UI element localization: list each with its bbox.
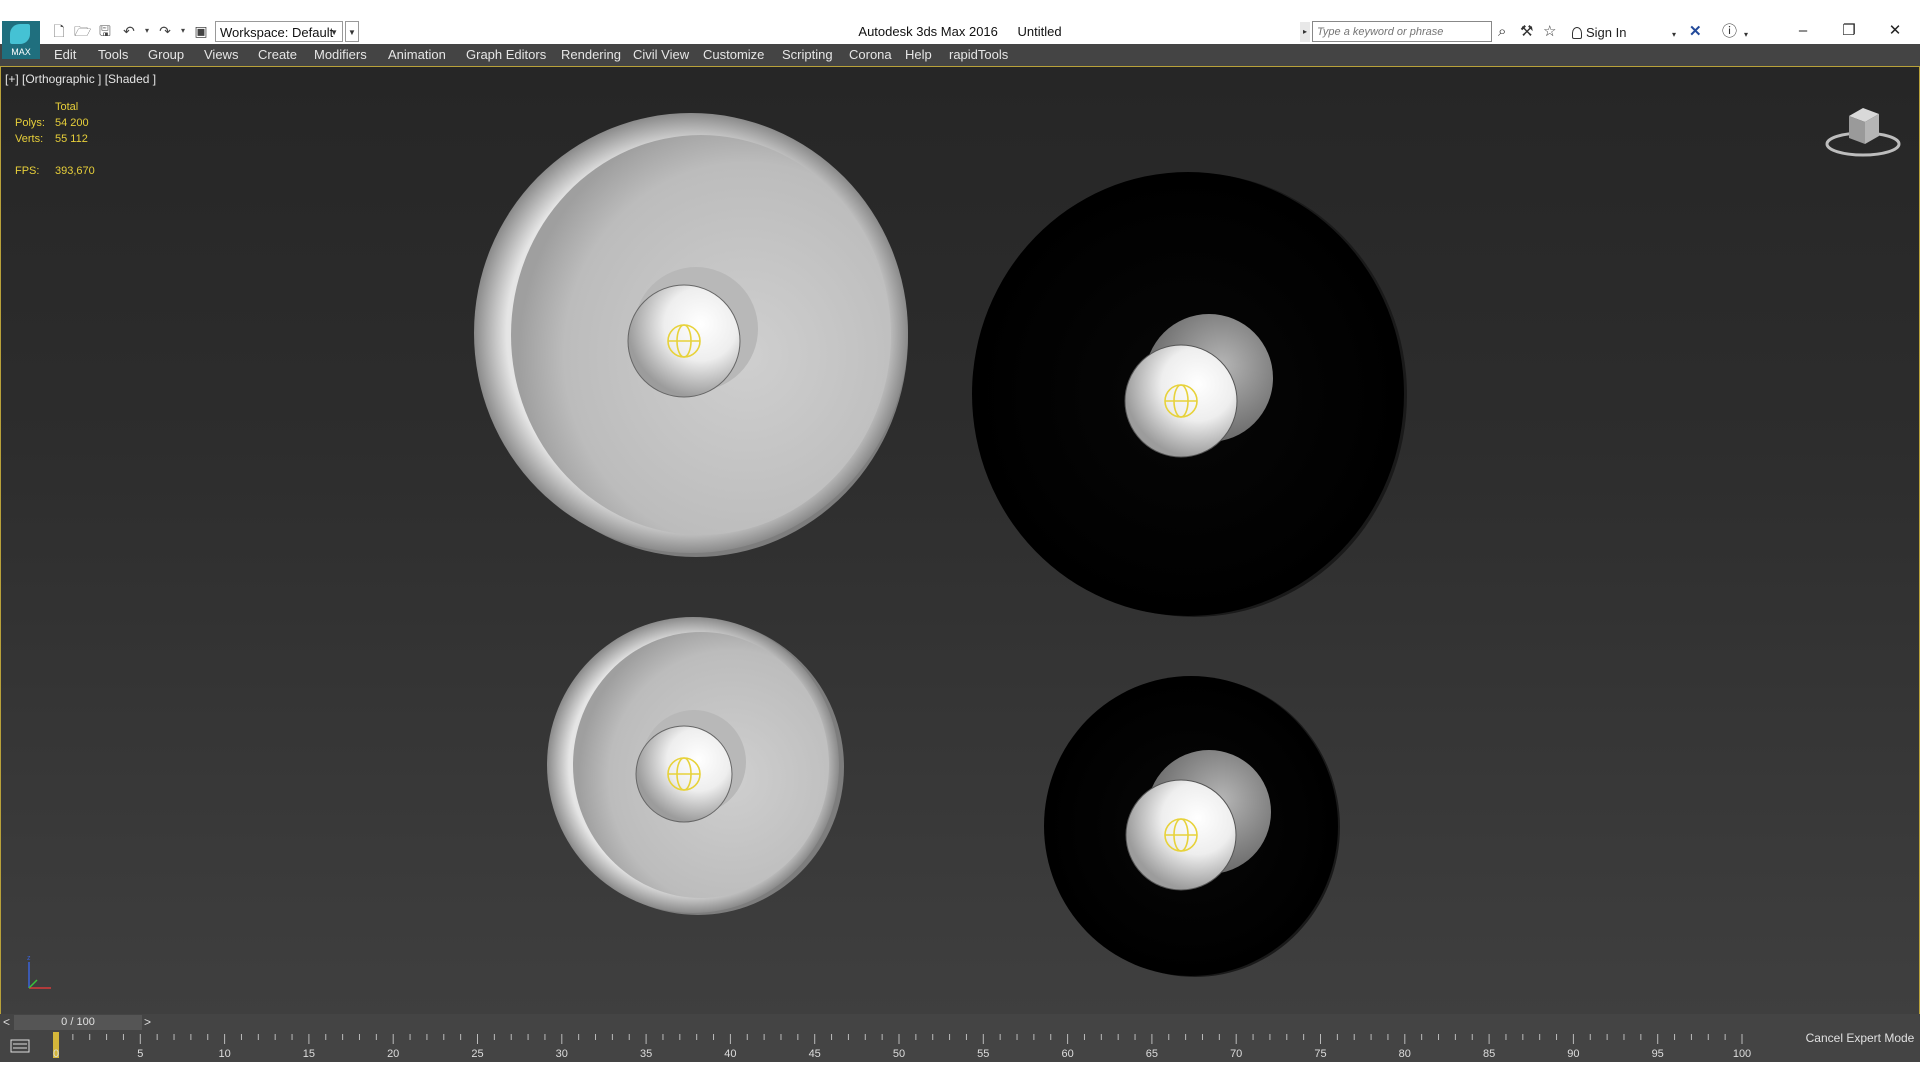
- timeline-tick-label: 45: [808, 1048, 821, 1060]
- menu-corona[interactable]: Corona: [849, 47, 892, 62]
- timeline-tick-label: 5: [137, 1048, 144, 1060]
- exchange-apps-icon[interactable]: ✕: [1689, 24, 1702, 39]
- close-button[interactable]: ✕: [1872, 20, 1918, 42]
- app-logo-button[interactable]: MAX: [2, 21, 40, 59]
- axis-tripod-icon: z: [27, 955, 51, 989]
- search-input[interactable]: [1312, 21, 1492, 42]
- timeline-tick-label: 30: [555, 1048, 568, 1060]
- favorites-star-icon[interactable]: ☆: [1543, 24, 1556, 39]
- timeline-tick-label: 85: [1482, 1048, 1496, 1060]
- viewport[interactable]: [+] [Orthographic ] [Shaded ] Total Poly…: [0, 66, 1920, 1015]
- timeline-tick-label: 65: [1145, 1048, 1159, 1060]
- help-dropdown-icon[interactable]: ▾: [1744, 27, 1748, 42]
- timeline-tick-label: 70: [1230, 1048, 1243, 1060]
- lamp-black-large[interactable]: [972, 172, 1407, 617]
- timeline-tick-label: 20: [387, 1048, 400, 1060]
- timeline-tick-label: 95: [1651, 1048, 1664, 1060]
- scene-canvas[interactable]: [1, 67, 1919, 1014]
- track-bar[interactable]: 0 5 10 15 20 25 30 35 40 45 50 55 60 65 70 75 80 85 90 95 10…: [0, 1032, 1800, 1062]
- restore-button[interactable]: ❐: [1826, 20, 1872, 42]
- menu-scripting[interactable]: Scripting: [782, 47, 833, 62]
- max-logo-icon: [10, 24, 30, 44]
- status-bar: [0, 1062, 1920, 1080]
- scene-statistics: Total Polys: 54 200 Verts: 55 112 FPS: 393,…: [15, 101, 95, 181]
- fps-label: FPS:: [15, 165, 40, 177]
- timeline-tick-label: 80: [1398, 1048, 1411, 1060]
- menu-civil-view[interactable]: Civil View: [633, 47, 689, 62]
- menu-rapidtools[interactable]: rapidTools: [949, 47, 1008, 62]
- logo-text: MAX: [11, 47, 31, 57]
- menu-edit[interactable]: Edit: [54, 47, 76, 62]
- redo-dropdown-icon[interactable]: ▾: [176, 24, 190, 38]
- project-folder-icon[interactable]: ▣: [194, 24, 208, 38]
- minimize-button[interactable]: –: [1780, 20, 1826, 42]
- menu-bar: Edit Tools Group Views Create Modifiers …: [0, 44, 1920, 66]
- verts-value: 55 112: [55, 133, 88, 145]
- timeline-tick-label: 40: [724, 1048, 737, 1060]
- time-prev-button[interactable]: <: [3, 1015, 10, 1029]
- search-expand-icon[interactable]: ▸: [1300, 22, 1310, 42]
- open-file-icon[interactable]: 🗁: [74, 24, 91, 38]
- redo-icon[interactable]: ↷: [158, 24, 172, 38]
- lamp-black-small[interactable]: [1044, 676, 1340, 977]
- viewport-label[interactable]: [+] [Orthographic ] [Shaded ]: [5, 72, 156, 86]
- workspace-dropdown[interactable]: Workspace: Default ▼: [215, 21, 343, 42]
- save-icon[interactable]: 🖫: [98, 24, 112, 38]
- sign-in-label: Sign In: [1586, 25, 1627, 40]
- window-title: Autodesk 3ds Max 2016 Untitled: [600, 24, 1320, 39]
- menu-help[interactable]: Help: [905, 47, 932, 62]
- timeline-tick-label: 0: [52, 1048, 60, 1060]
- viewcube-icon[interactable]: [1823, 100, 1903, 160]
- document-name: Untitled: [1017, 24, 1062, 39]
- user-icon: [1572, 27, 1582, 39]
- chevron-down-icon: ▼: [330, 28, 338, 37]
- polys-label: Polys:: [15, 117, 45, 129]
- menu-rendering[interactable]: Rendering: [561, 47, 621, 62]
- help-icon[interactable]: ⓘ: [1722, 24, 1737, 39]
- timeline-tick-label: 10: [218, 1048, 231, 1060]
- fps-value: 393,670: [55, 165, 95, 177]
- menu-animation[interactable]: Animation: [388, 47, 446, 62]
- undo-icon[interactable]: ↶: [122, 24, 136, 38]
- sign-in-button[interactable]: Sign In: [1572, 25, 1626, 40]
- cancel-expert-mode-button[interactable]: Cancel Expert Mode: [1800, 1014, 1920, 1062]
- menu-modifiers[interactable]: Modifiers: [314, 47, 367, 62]
- verts-label: Verts:: [15, 133, 44, 145]
- timeline-tick-label: 55: [977, 1048, 990, 1060]
- menu-tools[interactable]: Tools: [98, 47, 128, 62]
- polys-value: 54 200: [55, 117, 89, 129]
- time-slider-bar: < 0 / 100 >: [0, 1014, 1920, 1032]
- sign-in-dropdown-icon[interactable]: ▾: [1672, 27, 1676, 42]
- timeline-tick-label: 50: [892, 1048, 906, 1060]
- time-slider[interactable]: 0 / 100: [14, 1015, 142, 1030]
- timeline-tick-label: 15: [302, 1048, 316, 1060]
- timeline-tick-label: 90: [1567, 1048, 1580, 1060]
- binoculars-icon[interactable]: ⌕: [1498, 24, 1506, 39]
- quick-access-customize-icon[interactable]: ▼: [345, 21, 359, 42]
- title-bar: MAX 🗋 🗁 🖫 ↶ ▾ ↷ ▾ ▣ Workspace: Default ▼…: [0, 0, 1920, 59]
- menu-create[interactable]: Create: [258, 47, 297, 62]
- menu-views[interactable]: Views: [204, 47, 238, 62]
- workspace-label: Workspace: Default: [220, 25, 334, 40]
- undo-dropdown-icon[interactable]: ▾: [140, 24, 154, 38]
- mini-curve-editor-icon[interactable]: [10, 1038, 30, 1054]
- subscription-center-icon[interactable]: ⚒: [1520, 24, 1533, 39]
- lamp-white-large[interactable]: [474, 113, 908, 557]
- timeline-tick-label: 60: [1061, 1048, 1074, 1060]
- timeline-tick-label: 100: [1732, 1048, 1752, 1060]
- lamp-white-small[interactable]: [547, 617, 844, 915]
- svg-text:z: z: [27, 955, 31, 962]
- menu-graph-editors[interactable]: Graph Editors: [466, 47, 546, 62]
- app-name: Autodesk 3ds Max 2016: [858, 24, 998, 39]
- menu-group[interactable]: Group: [148, 47, 184, 62]
- stats-header: Total: [55, 101, 79, 113]
- timeline-tick-label: 25: [471, 1048, 484, 1060]
- menu-customize[interactable]: Customize: [703, 47, 764, 62]
- timeline-tick-label: 35: [639, 1048, 653, 1060]
- time-next-button[interactable]: >: [144, 1015, 151, 1029]
- timeline-tick-label: 75: [1314, 1048, 1327, 1060]
- new-file-icon[interactable]: 🗋: [52, 24, 66, 38]
